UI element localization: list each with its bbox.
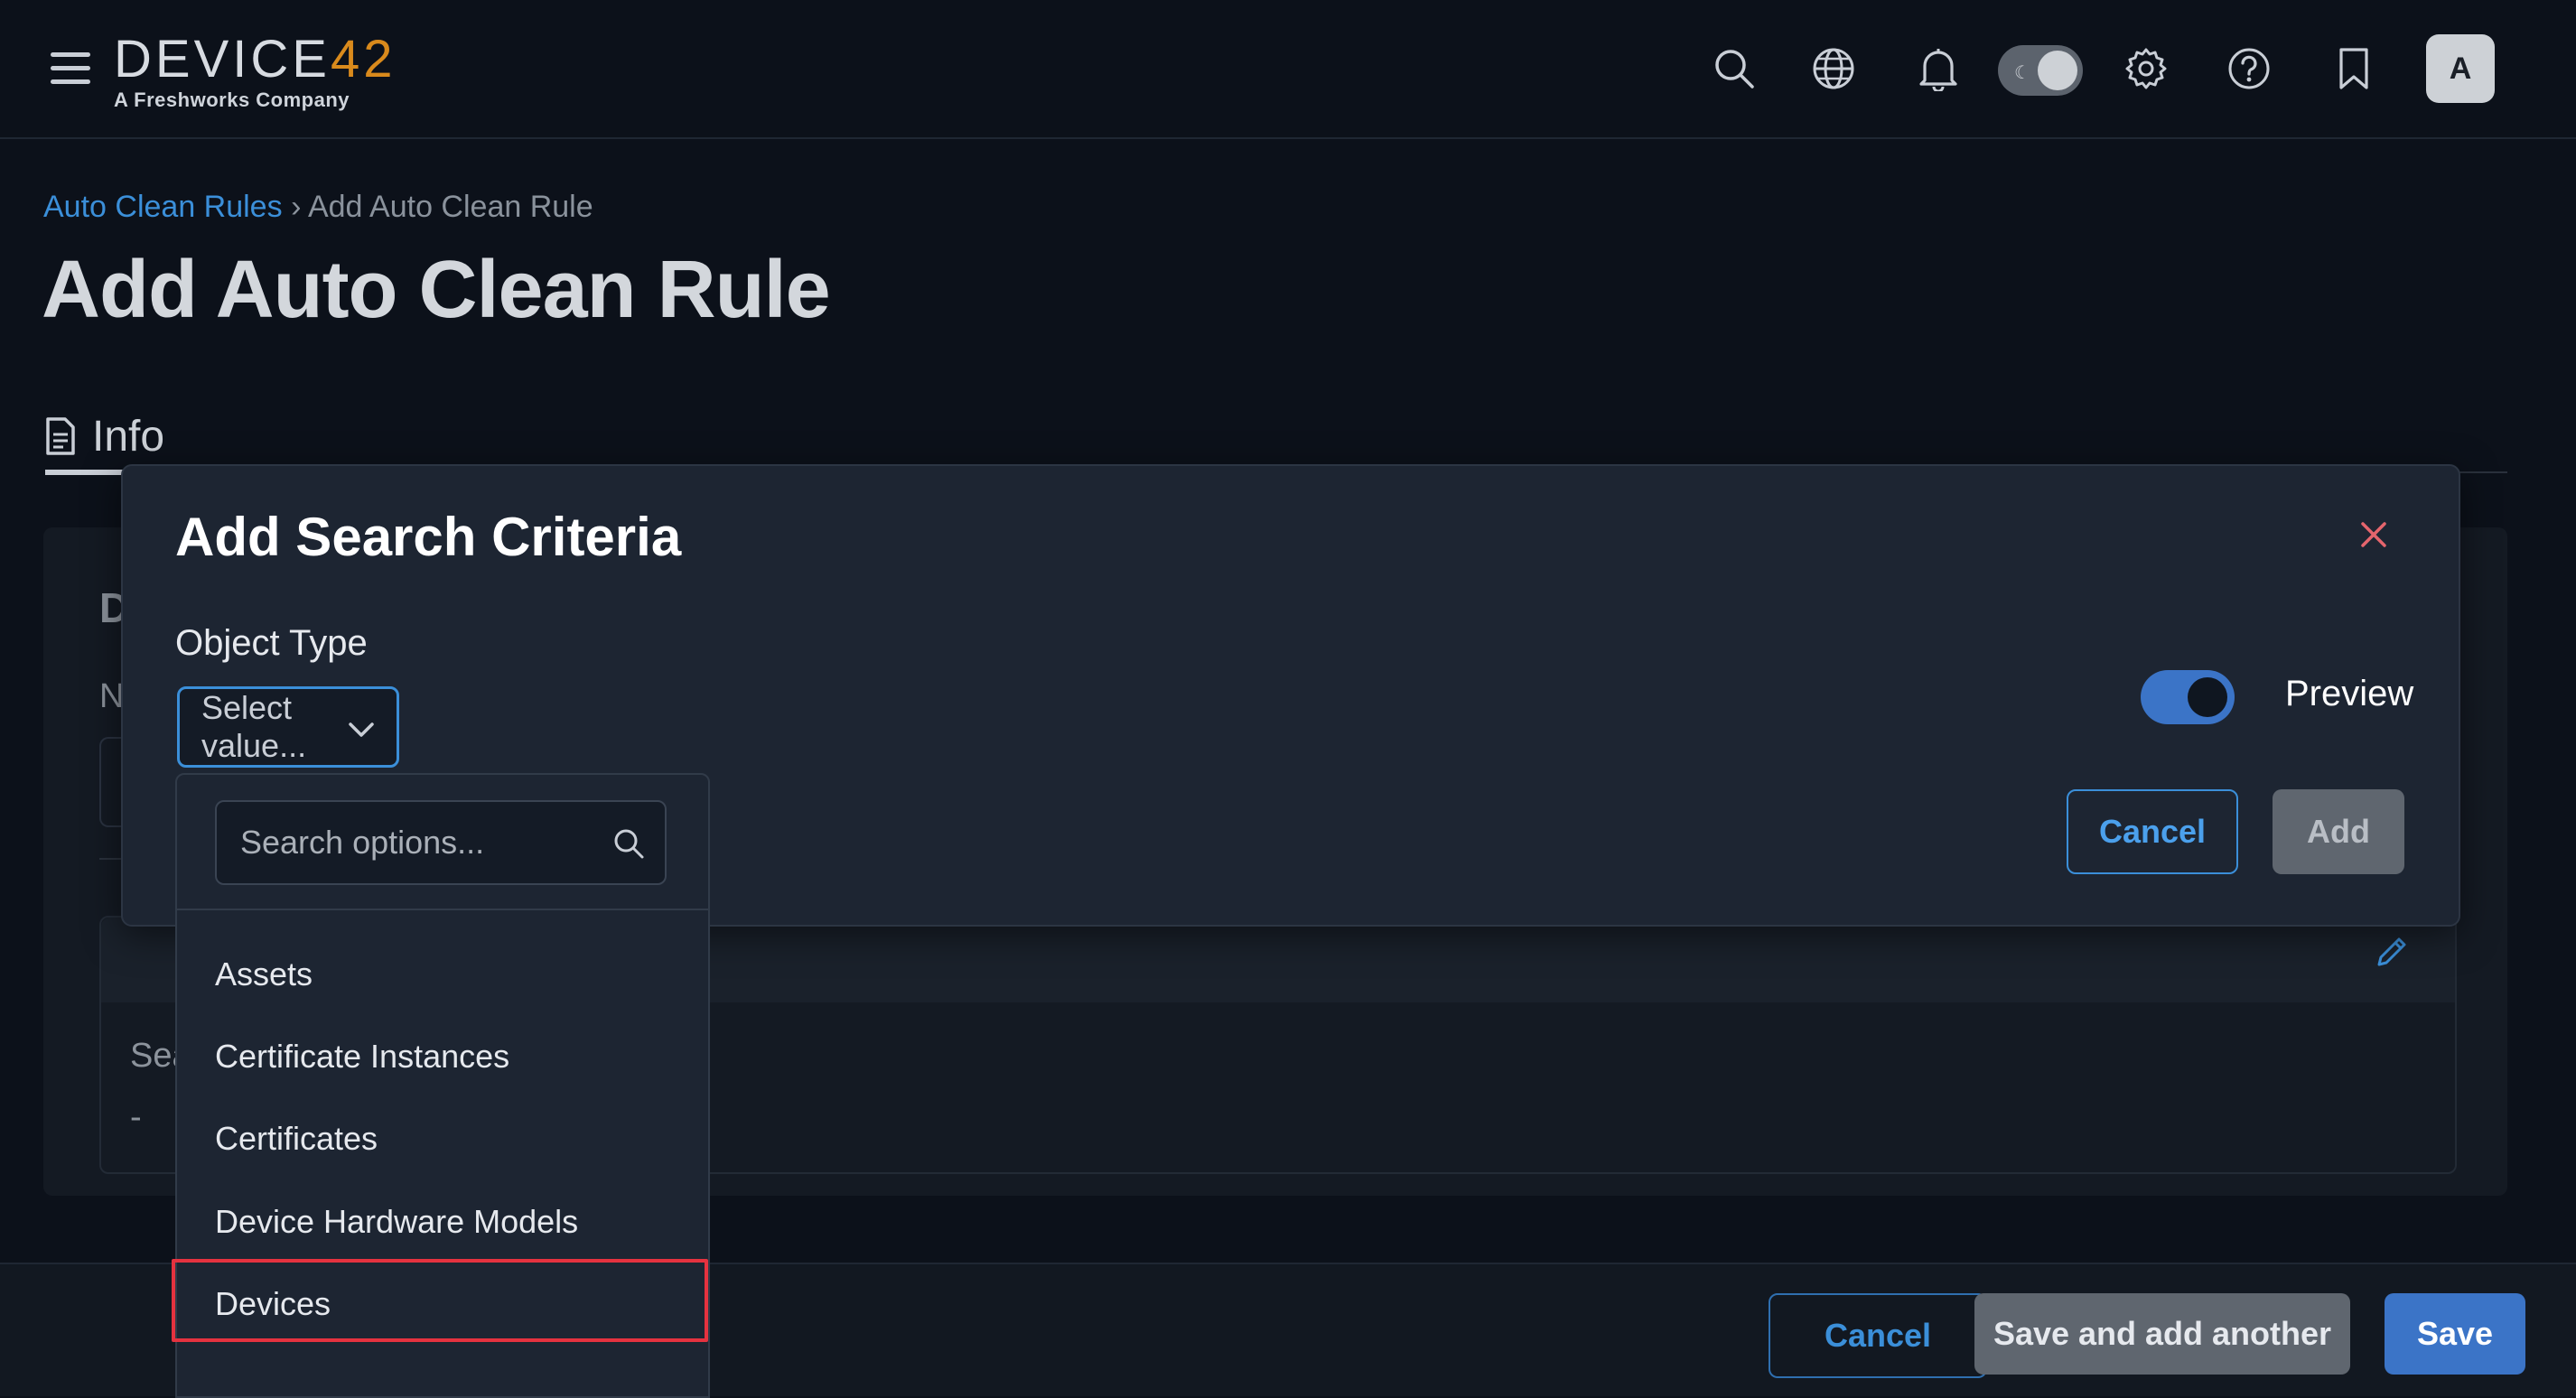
page-title: Add Auto Clean Rule — [42, 245, 831, 335]
globe-icon[interactable] — [1808, 43, 1859, 94]
bookmark-icon[interactable] — [2329, 43, 2379, 94]
object-type-select[interactable]: Select value... — [177, 686, 399, 768]
moon-icon: ☾ — [2014, 63, 2030, 83]
background-value-dash: - — [130, 1098, 142, 1136]
dropdown-divider — [177, 909, 708, 910]
save-button[interactable]: Save — [2385, 1293, 2525, 1375]
top-bar: DEVICE42 A Freshworks Company ☾ A — [0, 0, 2576, 139]
gear-icon[interactable] — [2121, 43, 2171, 94]
document-icon — [46, 417, 75, 455]
modal-cancel-button[interactable]: Cancel — [2067, 789, 2238, 874]
close-icon[interactable] — [2354, 515, 2394, 555]
edit-icon[interactable] — [2374, 934, 2410, 974]
menu-icon[interactable] — [51, 52, 90, 85]
option-device-hardware-models[interactable]: Device Hardware Models — [215, 1203, 578, 1241]
avatar[interactable]: A — [2426, 34, 2495, 103]
modal-title: Add Search Criteria — [175, 507, 682, 567]
search-icon[interactable] — [1709, 43, 1759, 94]
footer-cancel-button[interactable]: Cancel — [1769, 1293, 1987, 1378]
chevron-down-icon — [346, 714, 377, 753]
save-and-add-another-button[interactable]: Save and add another — [1974, 1293, 2350, 1375]
breadcrumb: Auto Clean Rules › Add Auto Clean Rule — [43, 190, 593, 225]
dropdown-search-input[interactable]: Search options... — [215, 800, 667, 885]
help-icon[interactable] — [2224, 43, 2274, 94]
preview-label: Preview — [2285, 674, 2414, 713]
option-assets[interactable]: Assets — [215, 955, 313, 993]
preview-toggle[interactable] — [2141, 670, 2235, 724]
bell-icon[interactable] — [1913, 43, 1964, 94]
modal-add-button[interactable]: Add — [2273, 789, 2404, 874]
tab-info-label: Info — [92, 412, 165, 461]
object-type-label: Object Type — [175, 623, 368, 663]
theme-toggle[interactable]: ☾ — [1998, 45, 2083, 96]
option-certificate-instances[interactable]: Certificate Instances — [215, 1038, 509, 1076]
dropdown-search-placeholder: Search options... — [240, 824, 485, 861]
logo[interactable]: DEVICE42 A Freshworks Company — [114, 33, 396, 112]
breadcrumb-parent-link[interactable]: Auto Clean Rules — [43, 190, 283, 224]
devices-highlight-box — [172, 1259, 708, 1342]
search-icon — [612, 827, 645, 868]
logo-text: DEVICE — [114, 30, 331, 89]
logo-number: 42 — [330, 30, 397, 89]
breadcrumb-current: Add Auto Clean Rule — [307, 190, 593, 224]
breadcrumb-separator: › — [291, 190, 302, 224]
option-certificates[interactable]: Certificates — [215, 1120, 378, 1158]
logo-subtitle: A Freshworks Company — [114, 89, 350, 111]
